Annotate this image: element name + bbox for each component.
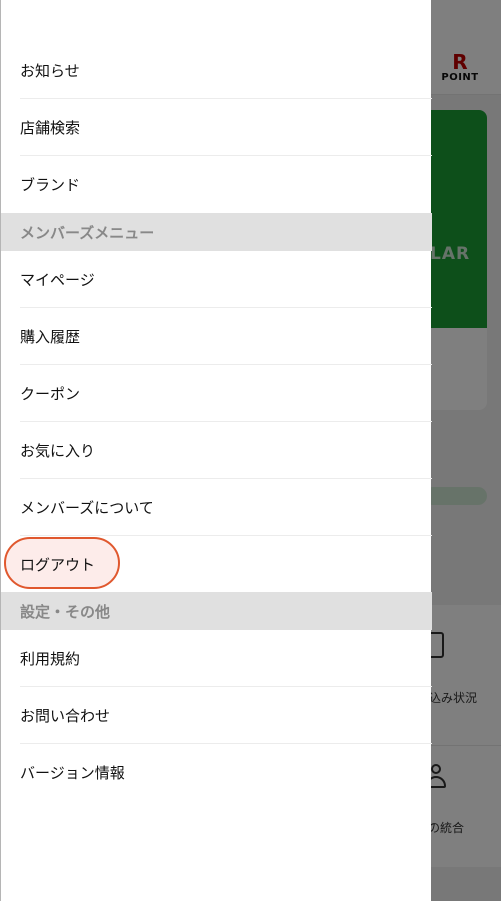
section-header-settings: 設定・その他 [1,592,432,630]
menu-item-brand[interactable]: ブランド [20,156,432,213]
menu-item-purchase-history[interactable]: 購入履歴 [20,308,432,365]
menu-item-version-info[interactable]: バージョン情報 [20,744,432,801]
menu-item-store-search[interactable]: 店舗検索 [20,99,432,156]
menu-item-mypage[interactable]: マイページ [20,251,432,308]
menu-item-terms[interactable]: 利用規約 [20,630,432,687]
menu-item-news[interactable]: お知らせ [20,42,432,99]
menu-item-about-members[interactable]: メンバーズについて [20,479,432,536]
menu-item-logout[interactable]: ログアウト [20,536,432,593]
menu-item-coupon[interactable]: クーポン [20,365,432,422]
menu-item-favorites[interactable]: お気に入り [20,422,432,479]
section-header-members: メンバーズメニュー [1,213,432,251]
side-drawer: お知らせ 店舗検索 ブランド メンバーズメニュー マイページ 購入履歴 クーポン… [0,0,432,901]
menu-item-contact[interactable]: お問い合わせ [20,687,432,744]
